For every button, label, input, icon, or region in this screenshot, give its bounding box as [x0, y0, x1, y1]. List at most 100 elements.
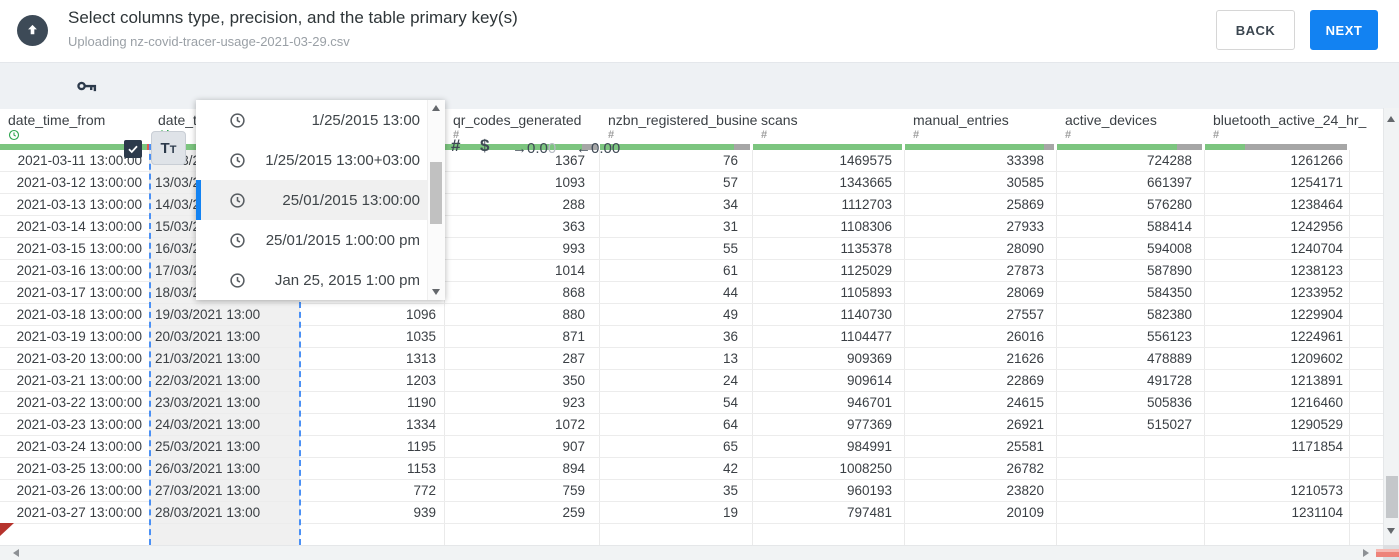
- table-cell[interactable]: 2021-03-17 13:00:00: [0, 282, 150, 303]
- table-cell[interactable]: 2021-03-26 13:00:00: [0, 480, 150, 501]
- table-cell[interactable]: 1171854: [1205, 436, 1350, 457]
- table-cell[interactable]: 1469575: [753, 150, 905, 171]
- scroll-up-icon[interactable]: [1387, 116, 1395, 122]
- table-cell[interactable]: 64: [600, 414, 753, 435]
- table-cell[interactable]: 1105893: [753, 282, 905, 303]
- table-cell[interactable]: 1229904: [1205, 304, 1350, 325]
- format-option[interactable]: 1/25/2015 13:00+03:00: [196, 140, 445, 180]
- table-cell[interactable]: 984991: [753, 436, 905, 457]
- table-cell[interactable]: 1125029: [753, 260, 905, 281]
- table-cell[interactable]: 1190: [300, 392, 445, 413]
- table-cell[interactable]: 25869: [905, 194, 1057, 215]
- table-cell[interactable]: 57: [600, 172, 753, 193]
- table-cell[interactable]: 30585: [905, 172, 1057, 193]
- table-cell[interactable]: 1112703: [753, 194, 905, 215]
- table-cell[interactable]: 1195: [300, 436, 445, 457]
- text-type-button[interactable]: TT: [151, 131, 186, 165]
- table-cell[interactable]: [1205, 524, 1350, 545]
- table-cell[interactable]: 1290529: [1205, 414, 1350, 435]
- table-cell[interactable]: 946701: [753, 392, 905, 413]
- back-button[interactable]: BACK: [1216, 10, 1295, 50]
- table-cell[interactable]: 1334: [300, 414, 445, 435]
- table-cell[interactable]: 1135378: [753, 238, 905, 259]
- column-header[interactable]: scans #: [753, 108, 905, 144]
- table-cell[interactable]: 27873: [905, 260, 1057, 281]
- table-cell[interactable]: 61: [600, 260, 753, 281]
- table-cell[interactable]: 923: [445, 392, 600, 413]
- table-cell[interactable]: 2021-03-23 13:00:00: [0, 414, 150, 435]
- table-cell[interactable]: 505836: [1057, 392, 1205, 413]
- table-cell[interactable]: [1057, 458, 1205, 479]
- table-cell[interactable]: 772: [300, 480, 445, 501]
- table-cell[interactable]: 515027: [1057, 414, 1205, 435]
- table-cell[interactable]: 909369: [753, 348, 905, 369]
- table-cell[interactable]: 2021-03-22 13:00:00: [0, 392, 150, 413]
- table-cell[interactable]: 907: [445, 436, 600, 457]
- table-cell[interactable]: 588414: [1057, 216, 1205, 237]
- vertical-scrollbar[interactable]: [1383, 108, 1399, 545]
- table-cell[interactable]: 363: [445, 216, 600, 237]
- table-cell[interactable]: 49: [600, 304, 753, 325]
- column-header[interactable]: active_devices #: [1057, 108, 1205, 144]
- table-cell[interactable]: 23820: [905, 480, 1057, 501]
- table-cell[interactable]: 2021-03-18 13:00:00: [0, 304, 150, 325]
- table-cell[interactable]: 2021-03-13 13:00:00: [0, 194, 150, 215]
- table-cell[interactable]: 2021-03-27 13:00:00: [0, 502, 150, 523]
- table-cell[interactable]: 20/03/2021 13:00: [150, 326, 300, 347]
- table-cell[interactable]: 2021-03-16 13:00:00: [0, 260, 150, 281]
- table-cell[interactable]: 797481: [753, 502, 905, 523]
- next-button[interactable]: NEXT: [1310, 10, 1378, 50]
- table-cell[interactable]: 759: [445, 480, 600, 501]
- table-cell[interactable]: 1014: [445, 260, 600, 281]
- table-cell[interactable]: 21/03/2021 13:00: [150, 348, 300, 369]
- table-cell[interactable]: 35: [600, 480, 753, 501]
- table-cell[interactable]: [1205, 458, 1350, 479]
- table-cell[interactable]: 2021-03-19 13:00:00: [0, 326, 150, 347]
- table-cell[interactable]: 31: [600, 216, 753, 237]
- table-cell[interactable]: [1057, 480, 1205, 501]
- table-cell[interactable]: 350: [445, 370, 600, 391]
- horizontal-scrollbar[interactable]: [0, 545, 1383, 560]
- table-cell[interactable]: 25581: [905, 436, 1057, 457]
- table-cell[interactable]: 1240704: [1205, 238, 1350, 259]
- table-cell[interactable]: 27557: [905, 304, 1057, 325]
- table-cell[interactable]: [445, 524, 600, 545]
- table-cell[interactable]: [300, 524, 445, 545]
- scroll-up-icon[interactable]: [432, 105, 440, 111]
- table-cell[interactable]: 661397: [1057, 172, 1205, 193]
- table-cell[interactable]: 23/03/2021 13:00: [150, 392, 300, 413]
- table-cell[interactable]: 1238464: [1205, 194, 1350, 215]
- table-cell[interactable]: 34: [600, 194, 753, 215]
- column-header[interactable]: date_time_from: [0, 108, 150, 144]
- table-cell[interactable]: 594008: [1057, 238, 1205, 259]
- table-cell[interactable]: 19/03/2021 13:00: [150, 304, 300, 325]
- table-cell[interactable]: 26782: [905, 458, 1057, 479]
- table-cell[interactable]: 24615: [905, 392, 1057, 413]
- table-cell[interactable]: 1231104: [1205, 502, 1350, 523]
- table-cell[interactable]: 1213891: [1205, 370, 1350, 391]
- decrease-decimals-button[interactable]: ←0.00: [570, 139, 626, 158]
- table-cell[interactable]: 44: [600, 282, 753, 303]
- table-cell[interactable]: [150, 524, 300, 545]
- table-cell[interactable]: [600, 524, 753, 545]
- table-cell[interactable]: 939: [300, 502, 445, 523]
- table-cell[interactable]: 1140730: [753, 304, 905, 325]
- table-cell[interactable]: 27933: [905, 216, 1057, 237]
- popup-scrollbar[interactable]: [427, 100, 445, 300]
- table-cell[interactable]: 478889: [1057, 348, 1205, 369]
- table-cell[interactable]: [1057, 502, 1205, 523]
- table-cell[interactable]: 1072: [445, 414, 600, 435]
- table-cell[interactable]: 26016: [905, 326, 1057, 347]
- table-cell[interactable]: 1254171: [1205, 172, 1350, 193]
- table-cell[interactable]: 1210573: [1205, 480, 1350, 501]
- table-cell[interactable]: 1096: [300, 304, 445, 325]
- table-cell[interactable]: 556123: [1057, 326, 1205, 347]
- popup-scrollbar-thumb[interactable]: [430, 162, 442, 224]
- table-cell[interactable]: 871: [445, 326, 600, 347]
- table-cell[interactable]: [1057, 524, 1205, 545]
- column-header[interactable]: manual_entries #: [905, 108, 1057, 144]
- table-cell[interactable]: 24/03/2021 13:00: [150, 414, 300, 435]
- table-cell[interactable]: 582380: [1057, 304, 1205, 325]
- table-cell[interactable]: 868: [445, 282, 600, 303]
- table-cell[interactable]: 13: [600, 348, 753, 369]
